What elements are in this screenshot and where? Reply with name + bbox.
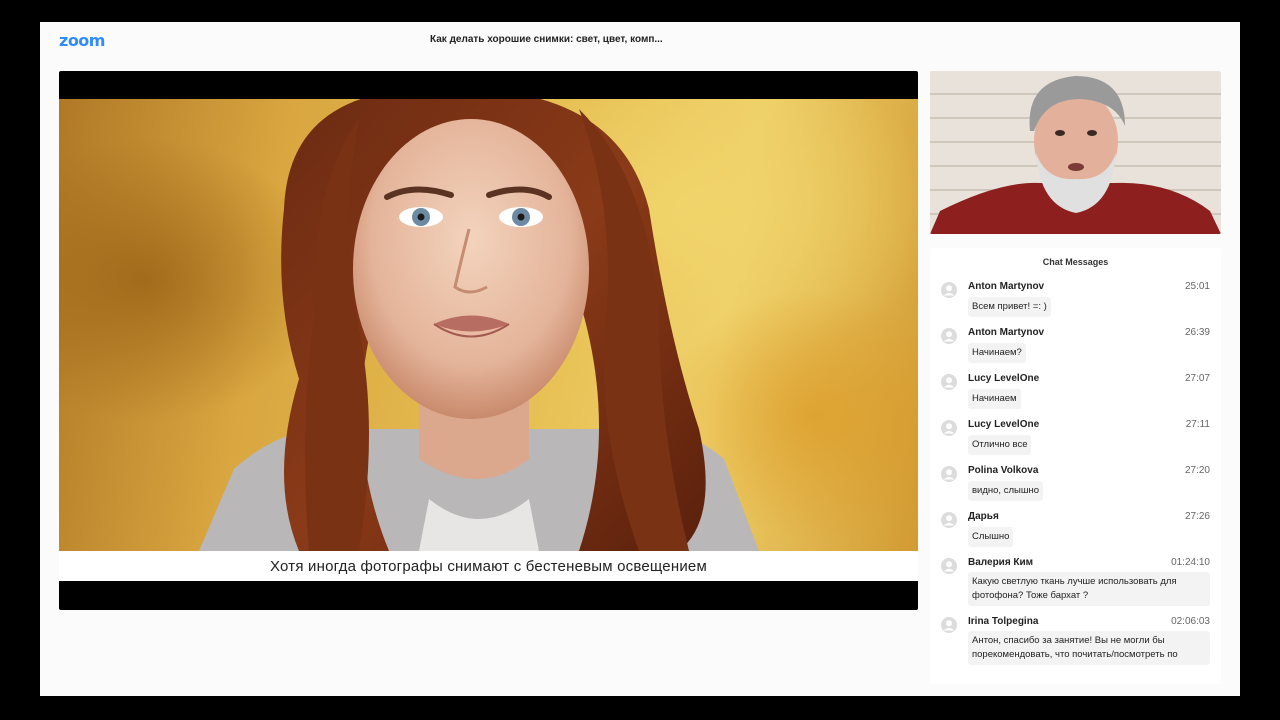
chat-message-text: Какую светлую ткань лучше использовать д… xyxy=(968,572,1210,606)
chat-message-text: Отлично все xyxy=(968,435,1032,455)
chat-message-text: Всем привет! =: ) xyxy=(968,297,1051,317)
user-avatar-icon xyxy=(941,282,957,298)
speaker-image xyxy=(930,76,1221,234)
chat-header: Chat Messages xyxy=(1042,257,1109,267)
zoom-logo: zoom xyxy=(59,31,105,50)
chat-message: Irina Tolpegina 02:06:03 Антон, спасибо за… xyxy=(930,611,1221,665)
chat-message: Lucy LevelOne 27:07 Начинаем xyxy=(930,368,1221,414)
chat-timestamp: 27:07 xyxy=(1184,372,1210,384)
chat-sender-name: Lucy LevelOne xyxy=(968,372,1040,384)
chat-message: Дарья 27:26 Слышно xyxy=(930,506,1221,552)
portrait-image xyxy=(199,99,759,551)
chat-timestamp: 26:39 xyxy=(1184,326,1210,338)
slide-photo xyxy=(59,99,918,551)
chat-timestamp: 01:24:10 xyxy=(1171,556,1210,568)
user-avatar-icon xyxy=(941,617,957,633)
chat-sender-name: Polina Volkova xyxy=(968,464,1039,476)
chat-sender-name: Irina Tolpegina xyxy=(968,615,1039,627)
user-avatar-icon xyxy=(941,420,957,436)
user-avatar-icon xyxy=(941,558,957,574)
chat-sender-name: Anton Martynov xyxy=(968,326,1045,338)
chat-sender-name: Lucy LevelOne xyxy=(968,418,1040,430)
chat-message: Валерия Ким 01:24:10 Какую светлую ткань л… xyxy=(930,552,1221,606)
slide-subtitle: Хотя иногда фотографы снимают с бестенев… xyxy=(59,551,918,581)
user-avatar-icon xyxy=(941,374,957,390)
user-avatar-icon xyxy=(941,512,957,528)
chat-sender-name: Валерия Ким xyxy=(968,556,1034,568)
chat-message: Polina Volkova 27:20 видно, слышно xyxy=(930,460,1221,506)
chat-sender-name: Дарья xyxy=(968,510,999,522)
zoom-window: zoom Как делать хорошие снимки: свет, цв… xyxy=(40,22,1240,696)
speaker-video[interactable] xyxy=(930,71,1221,234)
chat-timestamp: 02:06:03 xyxy=(1171,615,1210,627)
chat-message: Anton Martynov 25:01 Всем привет! =: ) xyxy=(930,276,1221,322)
shared-screen[interactable]: Хотя иногда фотографы снимают с бестенев… xyxy=(59,71,918,610)
chat-message-text: Антон, спасибо за занятие! Вы не могли б… xyxy=(968,631,1210,665)
user-avatar-icon xyxy=(941,466,957,482)
chat-message-text: Начинаем? xyxy=(968,343,1026,363)
user-avatar-icon xyxy=(941,328,957,344)
chat-message: Anton Martynov 26:39 Начинаем? xyxy=(930,322,1221,368)
chat-timestamp: 27:20 xyxy=(1184,464,1210,476)
chat-message-list[interactable]: Anton Martynov 25:01 Всем привет! =: ) Anto… xyxy=(930,276,1221,665)
chat-message-text: Слышно xyxy=(968,527,1014,547)
meeting-title: Как делать хорошие снимки: свет, цвет, к… xyxy=(430,34,663,45)
chat-message-text: Начинаем xyxy=(968,389,1021,409)
chat-message-text: видно, слышно xyxy=(968,481,1043,501)
chat-timestamp: 27:26 xyxy=(1184,510,1210,522)
chat-message: Lucy LevelOne 27:11 Отлично все xyxy=(930,414,1221,460)
chat-timestamp: 25:01 xyxy=(1184,280,1210,292)
chat-panel[interactable]: Chat Messages Anton Martynov 25:01 Всем пр… xyxy=(930,248,1221,684)
chat-sender-name: Anton Martynov xyxy=(968,280,1045,292)
chat-timestamp: 27:11 xyxy=(1185,418,1210,430)
